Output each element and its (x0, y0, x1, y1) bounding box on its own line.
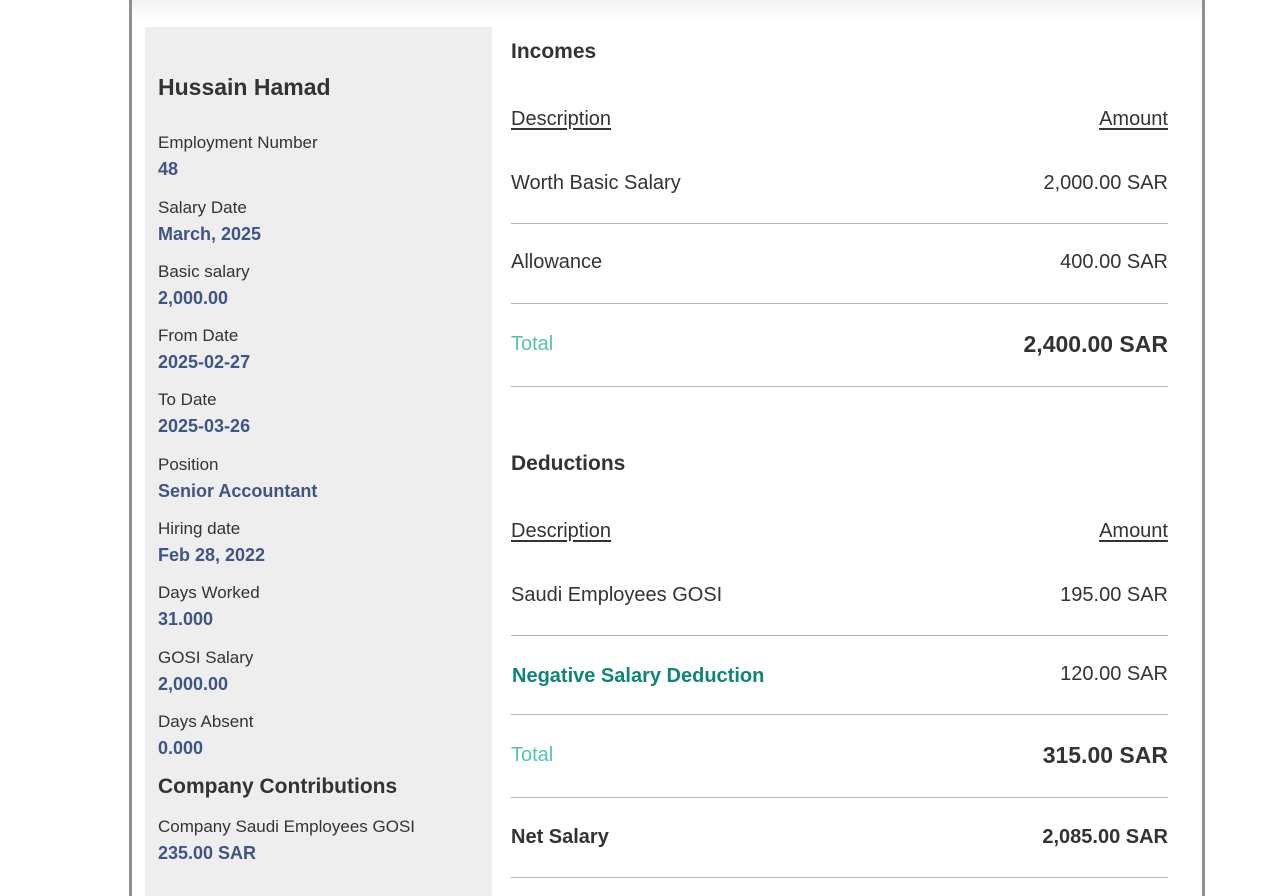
employee-name: Hussain Hamad (158, 74, 331, 100)
field-gosi-salary: GOSI Salary 2,000.00 (158, 648, 478, 694)
field-label: Company Saudi Employees GOSI (158, 817, 416, 836)
field-label: Days Absent (158, 712, 254, 731)
employee-sidebar: Hussain Hamad Employment Number 48 Salar… (145, 27, 492, 896)
deductions-title: Deductions (511, 452, 626, 475)
payslip-frame: Hussain Hamad Employment Number 48 Salar… (129, 0, 1205, 896)
incomes-amount-header[interactable]: Amount (1099, 108, 1168, 131)
field-to-date: To Date 2025-03-26 (158, 390, 478, 436)
field-basic-salary: Basic salary 2,000.00 (158, 262, 478, 308)
field-label: GOSI Salary (158, 648, 254, 667)
deduction-row: Saudi Employees GOSI 195.00 SAR (511, 562, 1168, 636)
field-value: 48 (158, 159, 179, 179)
field-value: 31.000 (158, 609, 214, 629)
deduction-description: Saudi Employees GOSI (511, 584, 723, 606)
company-contributions-heading: Company Contributions (158, 775, 398, 798)
net-salary-label: Net Salary (511, 826, 609, 848)
field-value: 2,000.00 (158, 288, 229, 308)
field-value: 2025-03-26 (158, 416, 251, 436)
income-row: Worth Basic Salary 2,000.00 SAR (511, 150, 1168, 224)
income-row: Allowance 400.00 SAR (511, 224, 1168, 304)
incomes-title: Incomes (511, 40, 597, 63)
field-employment-number: Employment Number 48 (158, 133, 478, 179)
income-amount: 2,000.00 SAR (1043, 172, 1168, 194)
income-description: Allowance (511, 251, 603, 273)
field-company-gosi: Company Saudi Employees GOSI 235.00 SAR (158, 817, 478, 863)
net-salary-row: Net Salary 2,085.00 SAR (511, 798, 1168, 878)
income-total-amount: 2,400.00 SAR (1023, 331, 1168, 357)
field-salary-date: Salary Date March, 2025 (158, 198, 478, 244)
deduction-row: Negative Salary Deduction 120.00 SAR (511, 636, 1168, 715)
field-hiring-date: Hiring date Feb 28, 2022 (158, 519, 478, 565)
incomes-description-header[interactable]: Description (511, 108, 611, 131)
deductions-description-header[interactable]: Description (511, 520, 611, 543)
field-days-absent: Days Absent 0.000 (158, 712, 478, 758)
deduction-amount: 120.00 SAR (1060, 663, 1168, 685)
field-value: Feb 28, 2022 (158, 545, 266, 565)
field-value: 2025-02-27 (158, 352, 251, 372)
field-label: Basic salary (158, 262, 250, 281)
field-value: 2,000.00 (158, 674, 229, 694)
field-from-date: From Date 2025-02-27 (158, 326, 478, 372)
payslip-details: Incomes Description Amount Worth Basic S… (511, 0, 1171, 896)
deduction-total-label: Total (511, 744, 554, 766)
field-value: Senior Accountant (158, 481, 318, 501)
field-label: Employment Number (158, 133, 318, 152)
field-label: From Date (158, 326, 239, 345)
field-label: Hiring date (158, 519, 241, 538)
field-days-worked: Days Worked 31.000 (158, 583, 478, 629)
negative-salary-deduction-link[interactable]: Negative Salary Deduction (512, 665, 764, 688)
income-total-label: Total (511, 333, 554, 355)
field-position: Position Senior Accountant (158, 455, 478, 501)
field-value: 0.000 (158, 738, 204, 758)
field-label: To Date (158, 390, 217, 409)
deductions-amount-header[interactable]: Amount (1099, 520, 1168, 543)
deduction-total-row: Total 315.00 SAR (511, 715, 1168, 798)
deduction-total-amount: 315.00 SAR (1042, 742, 1168, 768)
net-salary-amount: 2,085.00 SAR (1042, 826, 1168, 848)
field-label: Days Worked (158, 583, 260, 602)
field-label: Position (158, 455, 219, 474)
deduction-amount: 195.00 SAR (1060, 584, 1168, 606)
field-label: Salary Date (158, 198, 247, 217)
income-amount: 400.00 SAR (1060, 251, 1168, 273)
field-value: 235.00 SAR (158, 843, 257, 863)
field-value: March, 2025 (158, 224, 262, 244)
income-total-row: Total 2,400.00 SAR (511, 304, 1168, 387)
income-description: Worth Basic Salary (511, 172, 681, 194)
